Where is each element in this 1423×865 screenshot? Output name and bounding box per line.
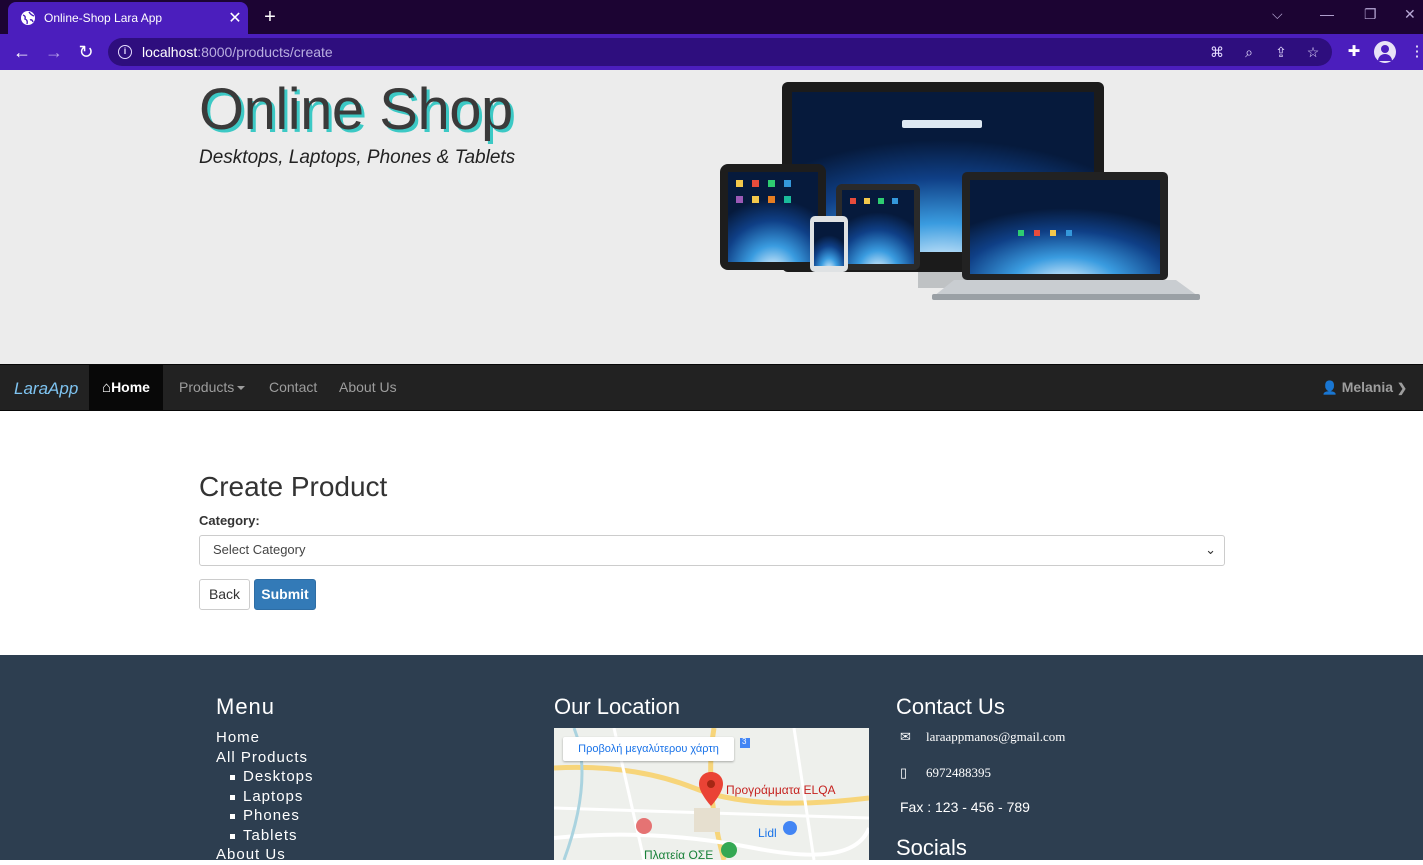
browser-tab-strip: Online-Shop Lara App ✕ + ⌵ — ❐ ✕	[0, 0, 1423, 34]
nav-products-dropdown[interactable]: Products	[179, 365, 246, 411]
contact-phone-row: ▯ 6972488395	[900, 765, 991, 781]
contact-phone: 6972488395	[926, 765, 991, 780]
browser-tab[interactable]: Online-Shop Lara App ✕	[8, 2, 248, 34]
address-bar[interactable]: i localhost:8000/products/create ⌘ ⌕ ⇪ ☆	[108, 38, 1332, 66]
footer-link-about[interactable]: About Us	[216, 845, 314, 865]
envelope-icon: ✉	[900, 729, 911, 744]
more-menu-icon[interactable]: ⋮	[1406, 41, 1423, 63]
map-route-label: 3	[742, 737, 747, 746]
footer-link-desktops[interactable]: Desktops	[216, 767, 314, 787]
window-close-icon[interactable]: ✕	[1404, 6, 1416, 23]
profile-avatar-icon[interactable]	[1374, 41, 1396, 63]
reload-icon[interactable]: ↻	[74, 40, 98, 64]
nav-home[interactable]: ⌂Home	[89, 365, 163, 411]
chevron-down-icon: ⌄	[1205, 542, 1216, 557]
nav-home-label: Home	[111, 379, 150, 395]
globe-icon	[20, 10, 36, 26]
hero-banner: Online Shop Desktops, Laptops, Phones & …	[0, 70, 1423, 364]
user-menu[interactable]: 👤 Melania ❯	[1322, 365, 1407, 411]
footer-link-home[interactable]: Home	[216, 728, 314, 748]
submit-button[interactable]: Submit	[254, 579, 316, 610]
footer-link-phones[interactable]: Phones	[216, 806, 314, 826]
map-pin-label: Προγράμματα ELQA	[726, 783, 836, 797]
map-plateia-label: Πλατεία ΟΣΕ	[644, 848, 714, 860]
restore-icon[interactable]: ❐	[1364, 6, 1377, 23]
tab-title: Online-Shop Lara App	[44, 11, 163, 25]
site-subtitle: Desktops, Laptops, Phones & Tablets	[199, 147, 516, 168]
share-icon[interactable]: ⇪	[1272, 43, 1290, 61]
bookmark-star-icon[interactable]: ☆	[1304, 43, 1322, 61]
phone-icon: ▯	[900, 765, 908, 780]
nav-about[interactable]: About Us	[339, 365, 397, 411]
navbar-brand[interactable]: LaraApp	[14, 379, 78, 399]
map-lidl-label: Lidl	[758, 826, 777, 840]
footer-link-laptops[interactable]: Laptops	[216, 787, 314, 807]
nav-products-label: Products	[179, 379, 235, 395]
map-open-larger-button[interactable]: Προβολή μεγαλύτερου χάρτη	[563, 737, 734, 761]
caret-down-icon	[237, 386, 246, 391]
browser-toolbar: ← → ↻ i localhost:8000/products/create ⌘…	[0, 34, 1423, 70]
category-label: Category:	[199, 513, 260, 528]
devices-illustration	[720, 82, 1200, 300]
chevron-down-icon: ❯	[1396, 381, 1407, 395]
site-info-icon[interactable]: i	[118, 45, 132, 59]
user-name: Melania	[1341, 379, 1394, 395]
main-navbar: LaraApp ⌂Home Products Contact About Us …	[0, 364, 1423, 411]
contact-fax: Fax : 123 - 456 - 789	[900, 799, 1030, 815]
category-select[interactable]: Select Category ⌄	[199, 535, 1225, 566]
map-pin-icon	[699, 772, 723, 806]
close-tab-icon[interactable]: ✕	[222, 8, 248, 28]
nav-contact[interactable]: Contact	[269, 365, 317, 411]
translate-icon[interactable]: ⌘	[1208, 43, 1226, 61]
user-icon: 👤	[1321, 380, 1338, 395]
new-tab-icon[interactable]: +	[258, 4, 282, 30]
home-icon: ⌂	[102, 379, 112, 396]
site-footer: Menu Home All Products Desktops Laptops …	[0, 655, 1423, 863]
forward-arrow-icon[interactable]: →	[42, 40, 66, 64]
contact-email[interactable]: laraappmanos@gmail.com	[926, 729, 1065, 744]
back-button[interactable]: Back	[199, 579, 250, 610]
url-text[interactable]: localhost:8000/products/create	[142, 44, 333, 60]
location-map[interactable]: Προβολή μεγαλύτερου χάρτη Προγράμματα EL…	[554, 728, 869, 860]
zoom-icon[interactable]: ⌕	[1240, 43, 1258, 61]
contact-email-row: ✉ laraappmanos@gmail.com	[900, 729, 1065, 745]
footer-contact-heading: Contact Us	[896, 694, 1005, 719]
footer-location-heading: Our Location	[554, 694, 680, 719]
footer-menu-heading: Menu	[216, 694, 276, 719]
footer-link-all-products[interactable]: All Products	[216, 748, 314, 768]
back-arrow-icon[interactable]: ←	[10, 40, 34, 64]
tab-search-icon[interactable]: ⌵	[1272, 6, 1283, 23]
minimize-icon[interactable]: —	[1320, 6, 1334, 22]
footer-socials-heading: Socials	[896, 835, 967, 860]
extensions-icon[interactable]: ✚	[1343, 41, 1365, 63]
footer-link-tablets[interactable]: Tablets	[216, 826, 314, 846]
footer-menu-list: Home All Products Desktops Laptops Phone…	[216, 728, 314, 865]
category-select-value: Select Category	[213, 542, 306, 557]
site-title: Online Shop	[199, 77, 513, 142]
page-title: Create Product	[199, 471, 388, 502]
